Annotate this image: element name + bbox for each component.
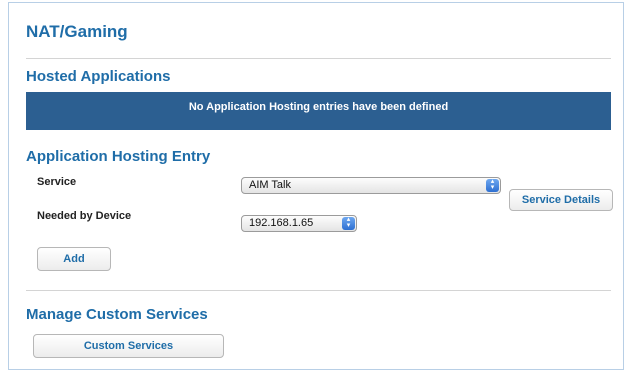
select-arrows-icon: ▴ ▾	[486, 178, 499, 192]
service-select-value: AIM Talk	[249, 179, 291, 191]
custom-services-button[interactable]: Custom Services	[33, 334, 224, 358]
divider	[26, 290, 611, 291]
device-select[interactable]: 192.168.1.65 ▴ ▾	[241, 215, 357, 232]
device-select-value: 192.168.1.65	[249, 217, 314, 229]
service-select[interactable]: AIM Talk ▴ ▾	[241, 177, 501, 194]
application-hosting-entry-heading: Application Hosting Entry	[26, 148, 211, 165]
divider	[26, 58, 611, 59]
service-label: Service	[37, 176, 77, 188]
page-title: NAT/Gaming	[26, 22, 128, 41]
needed-by-device-label: Needed by Device	[37, 210, 132, 222]
add-button[interactable]: Add	[37, 247, 111, 271]
select-arrows-icon: ▴ ▾	[342, 216, 355, 230]
hosted-applications-heading: Hosted Applications	[26, 68, 171, 85]
service-details-button[interactable]: Service Details	[509, 189, 613, 211]
empty-hosting-banner: No Application Hosting entries have been…	[26, 92, 611, 130]
manage-custom-services-heading: Manage Custom Services	[26, 306, 208, 323]
